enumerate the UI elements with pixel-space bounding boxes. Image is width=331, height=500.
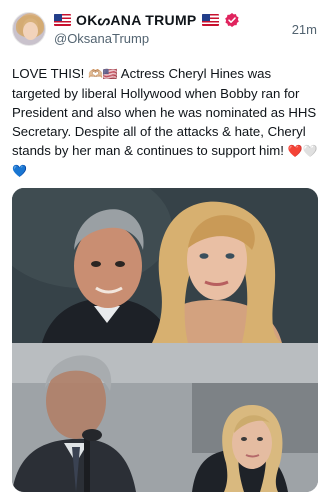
verified-badge-icon — [224, 13, 239, 27]
post-timestamp[interactable]: 21m — [292, 22, 317, 37]
post-photo-1[interactable] — [12, 188, 318, 343]
avatar[interactable] — [12, 12, 46, 46]
post-header: OKᔕANA TRUMP @OksanaTrump 21m — [0, 0, 331, 56]
post-text: LOVE THIS! 🫶🏼🇺🇸 Actress Cheryl Hines was… — [12, 64, 322, 181]
author-display-name[interactable]: OKᔕANA TRUMP — [76, 12, 197, 29]
us-flag-icon — [54, 14, 71, 26]
heart-hands-flag-emoji: 🫶🏼🇺🇸 — [87, 67, 118, 81]
hearing-room-illustration — [12, 343, 318, 492]
post-text-intro: LOVE THIS! — [12, 66, 88, 81]
author-handle[interactable]: @OksanaTrump — [54, 31, 149, 46]
couple-portrait-illustration — [12, 188, 318, 343]
us-flag-icon — [201, 14, 219, 26]
avatar-face — [23, 22, 38, 40]
author-name-row[interactable]: OKᔕANA TRUMP — [54, 10, 240, 30]
post-photo-2[interactable] — [12, 343, 318, 492]
